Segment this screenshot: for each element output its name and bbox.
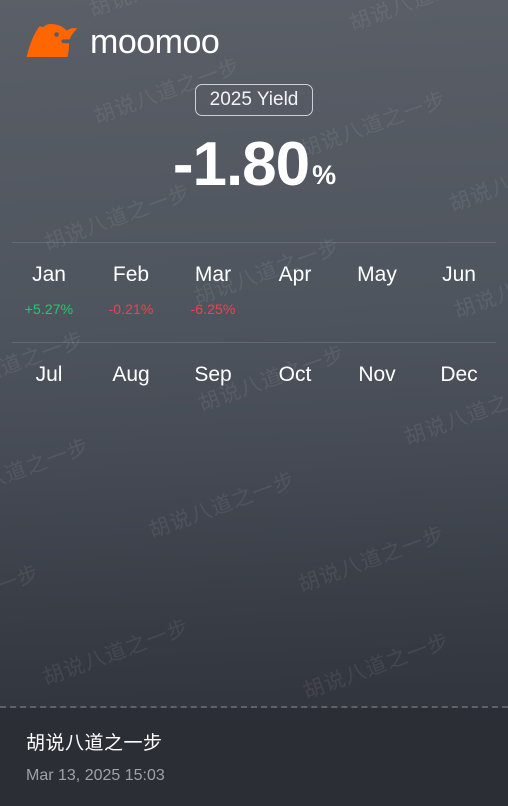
month-label: Mar <box>194 263 232 286</box>
watermark-text: 胡说八道之一步 <box>0 561 43 636</box>
month-cell-sep[interactable]: Sep <box>172 363 254 418</box>
watermark-text: 胡说八道之一步 <box>0 434 93 510</box>
yield-value: -1.80 <box>172 130 310 199</box>
moomoo-yield-card: 胡说八道之一步 胡说八道之一步 胡说八道之一步 胡说八道之一步 胡说八道之一步 … <box>0 0 508 806</box>
monthly-yield-table: Jan +5.27% Feb -0.21% Mar -6.25% Apr May <box>0 242 508 436</box>
month-cell-mar[interactable]: Mar -6.25% <box>172 263 254 318</box>
month-row-first-half: Jan +5.27% Feb -0.21% Mar -6.25% Apr May <box>0 243 508 342</box>
month-value <box>336 402 418 418</box>
month-cell-apr[interactable]: Apr <box>254 263 336 318</box>
month-value: +5.27% <box>24 301 74 318</box>
month-cell-jul[interactable]: Jul <box>8 363 90 418</box>
month-value: -6.25% <box>190 301 236 318</box>
month-label: Jul <box>35 363 63 387</box>
month-value <box>418 402 500 418</box>
month-label: Oct <box>278 363 312 387</box>
month-value <box>336 302 418 318</box>
month-label: Jun <box>442 263 476 286</box>
month-value <box>172 402 254 418</box>
brand-name: moomoo <box>90 23 220 61</box>
month-cell-feb[interactable]: Feb -0.21% <box>90 263 172 318</box>
month-label: Aug <box>112 363 150 387</box>
footer-body: 胡说八道之一步 Mar 13, 2025 15:03 <box>0 708 508 806</box>
month-label: Jan <box>32 263 66 286</box>
month-label: Nov <box>358 363 396 387</box>
footer-timestamp: Mar 13, 2025 15:03 <box>26 766 165 784</box>
month-value <box>418 302 500 318</box>
card-footer: 胡说八道之一步 Mar 13, 2025 15:03 <box>0 706 508 806</box>
yield-unit: % <box>312 160 336 190</box>
month-label: Sep <box>194 363 232 387</box>
month-cell-oct[interactable]: Oct <box>254 363 336 418</box>
month-label: Dec <box>440 363 478 387</box>
footer-username: 胡说八道之一步 <box>26 733 163 754</box>
month-value <box>254 402 336 418</box>
month-row-second-half: Jul Aug Sep Oct Nov Dec <box>0 343 508 436</box>
watermark-text: 胡说八道之一步 <box>295 522 448 597</box>
watermark-text: 胡说八道之一步 <box>39 615 193 690</box>
month-cell-nov[interactable]: Nov <box>336 363 418 418</box>
month-cell-jan[interactable]: Jan +5.27% <box>8 263 90 318</box>
month-cell-jun[interactable]: Jun <box>418 263 500 318</box>
month-label: May <box>357 263 397 286</box>
month-cell-dec[interactable]: Dec <box>418 363 500 418</box>
yield-summary: 2025 Yield -1.80% <box>0 84 508 196</box>
month-value <box>254 302 336 318</box>
month-value <box>90 402 172 418</box>
moomoo-bull-logo-icon <box>26 22 78 62</box>
watermark-text: 胡说八道之一步 <box>300 629 453 704</box>
yield-period-badge[interactable]: 2025 Yield <box>194 84 314 116</box>
brand-header: moomoo <box>0 0 508 62</box>
watermark-text: 胡说八道之一步 <box>145 468 299 543</box>
month-cell-may[interactable]: May <box>336 263 418 318</box>
month-value: -0.21% <box>108 301 154 318</box>
month-label: Apr <box>278 263 312 286</box>
month-label: Feb <box>112 263 150 286</box>
month-cell-aug[interactable]: Aug <box>90 363 172 418</box>
yield-value-row: -1.80% <box>0 134 508 196</box>
month-value <box>8 402 90 418</box>
